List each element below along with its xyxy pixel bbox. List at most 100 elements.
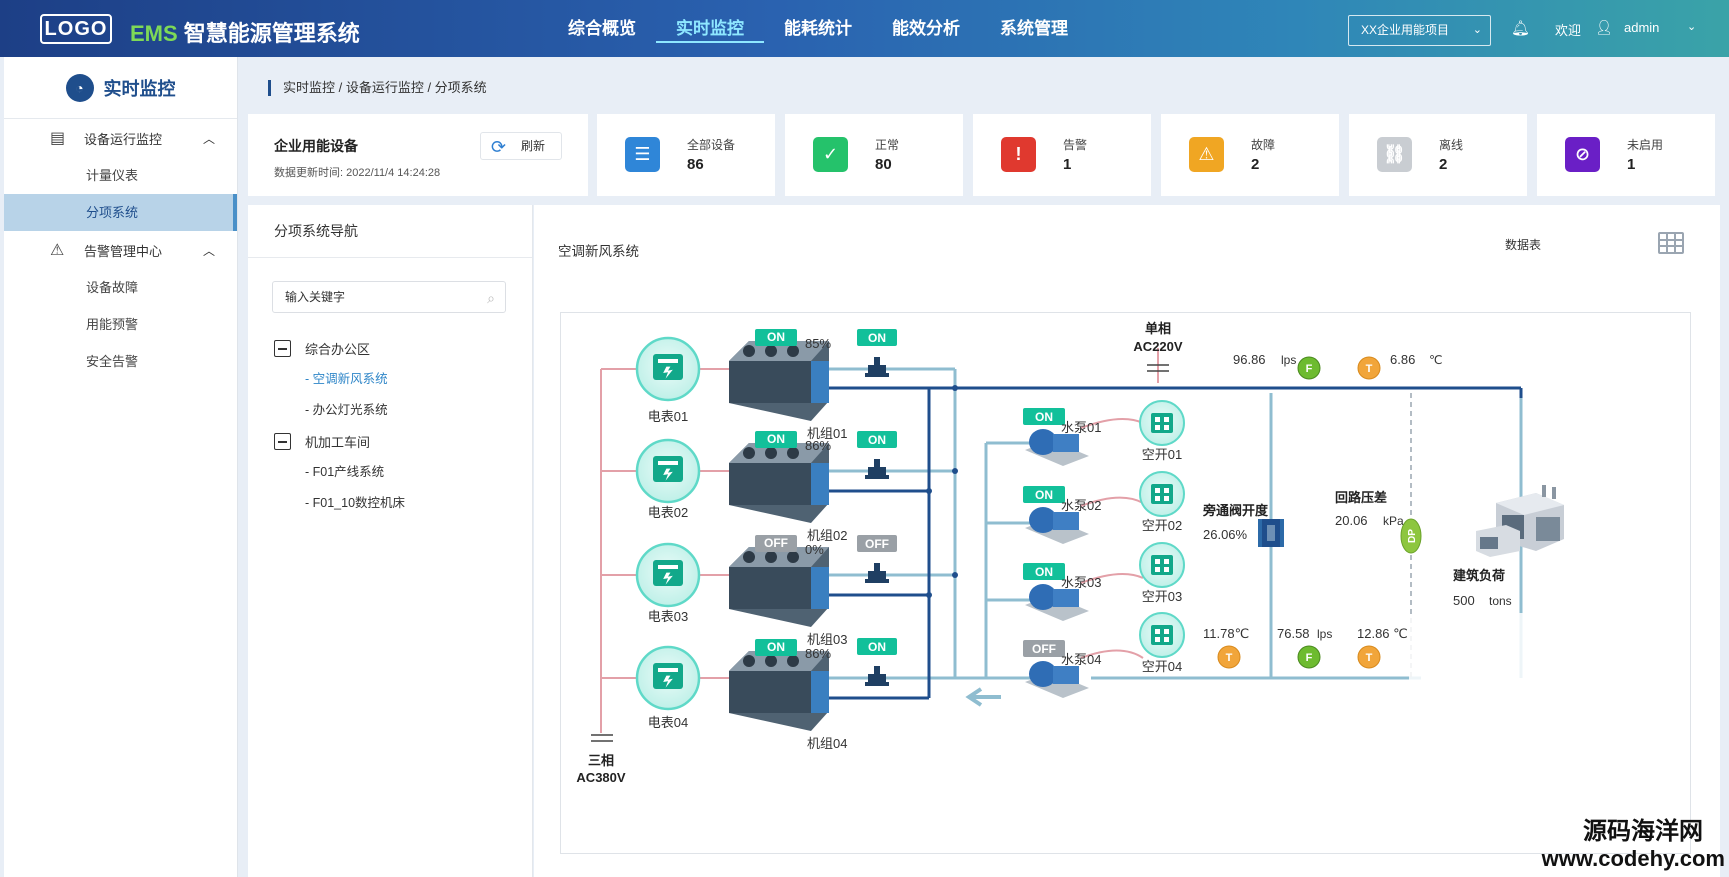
supply-single-value: AC220V xyxy=(1133,339,1182,354)
alarm-light-icon: ⚠ xyxy=(50,242,65,259)
system-title: 空调新风系统 xyxy=(558,244,639,259)
breaker-03[interactable]: 空开03 xyxy=(1139,542,1185,604)
nav-efficiency[interactable]: 能效分析 xyxy=(872,0,980,57)
bypass-valve[interactable] xyxy=(1258,519,1284,547)
meter-01[interactable]: 电表01 xyxy=(635,336,701,424)
breaker-02[interactable]: 空开02 xyxy=(1139,471,1185,533)
sidebar-title: ◔ 实时监控 xyxy=(4,57,237,119)
stat-card-normal[interactable]: ✓ 正常 80 xyxy=(785,114,963,196)
app-title: EMS 智慧能源管理系统 xyxy=(130,16,360,48)
search-icon: ⌕ xyxy=(487,290,495,306)
chiller-unit-02[interactable]: ON 86% 机组02 xyxy=(729,431,847,543)
meter-03[interactable]: 电表03 xyxy=(635,542,701,624)
sidebar-item-subsystems[interactable]: 分项系统 xyxy=(4,194,237,231)
nav-system[interactable]: 系统管理 xyxy=(980,0,1088,57)
bell-icon[interactable]: 🔔︎ xyxy=(1511,19,1530,37)
temp-sensor-bottom1[interactable]: T xyxy=(1217,645,1241,669)
subsystem-tree: 综合办公区 - 空调新风系统 - 办公灯光系统 机加工车间 - F01产线系统 … xyxy=(274,333,405,519)
sidebar: ◔ 实时监控 ▤ 设备运行监控 ︿ 计量仪表 分项系统 ⚠ 告警管理中心 ︿ 设… xyxy=(4,57,238,877)
pump-04[interactable]: OFF 水泵04 xyxy=(1023,640,1101,698)
search-input[interactable]: 输入关键字 ⌕ xyxy=(272,281,506,313)
dp-sensor[interactable]: DP xyxy=(1400,518,1422,554)
dp-unit: kPa xyxy=(1383,514,1404,528)
stat-card-offline[interactable]: ⛓ 离线 2 xyxy=(1349,114,1527,196)
stat-card-alarm[interactable]: ! 告警 1 xyxy=(973,114,1151,196)
chiller-unit-03[interactable]: OFF 0% 机组03 xyxy=(729,535,847,647)
breaker-04[interactable]: 空开04 xyxy=(1139,612,1185,674)
flow-direction-arrow-icon xyxy=(965,687,1001,707)
temp-sensor-top[interactable]: T xyxy=(1357,356,1381,380)
stat-value: 80 xyxy=(875,156,892,173)
tree-item-f01-cnc[interactable]: - F01_10数控机床 xyxy=(274,488,405,519)
load-value: 500 xyxy=(1453,593,1475,608)
meter-02[interactable]: 电表02 xyxy=(635,438,701,520)
unit-status-text: ON xyxy=(767,640,785,654)
tree-item-hvac[interactable]: - 空调新风系统 xyxy=(274,364,405,395)
tree-group-office[interactable]: 综合办公区 xyxy=(274,333,405,364)
pump-03[interactable]: ON 水泵03 xyxy=(1023,563,1101,621)
stat-card-all[interactable]: ☰ 全部设备 86 xyxy=(597,114,775,196)
project-select-value: XX企业用能项目 xyxy=(1361,23,1450,37)
unit-label: 机组02 xyxy=(807,528,847,543)
unit-load: 86% xyxy=(805,438,831,453)
table-grid-icon[interactable] xyxy=(1658,232,1684,254)
meter-04[interactable]: 电表04 xyxy=(635,645,701,730)
load-label: 建筑负荷 xyxy=(1453,568,1505,583)
flow-icon-letter: F xyxy=(1306,652,1313,664)
refresh-button[interactable]: ⟳ 刷新 xyxy=(480,132,562,160)
pipe-junctions xyxy=(926,385,958,598)
sidebar-item-safety-alarm[interactable]: 安全告警 xyxy=(4,343,237,380)
unit-status-text: ON xyxy=(767,432,785,446)
tree-item-label: F01_10数控机床 xyxy=(312,496,406,510)
sidebar-item-device-faults[interactable]: 设备故障 xyxy=(4,269,237,306)
sidebar-group-alarm-center[interactable]: ⚠ 告警管理中心 ︿ xyxy=(4,231,237,269)
sidebar-group-device-monitor[interactable]: ▤ 设备运行监控 ︿ xyxy=(4,119,237,157)
breaker-01[interactable]: 空开01 xyxy=(1139,400,1185,462)
pump-01[interactable]: ON 水泵01 xyxy=(1023,408,1101,466)
flow-sensor-bottom[interactable]: F xyxy=(1297,645,1321,669)
tree-group-workshop[interactable]: 机加工车间 xyxy=(274,426,405,457)
flow-sensor-top[interactable]: F xyxy=(1297,356,1321,380)
chiller-unit-01[interactable]: ON 85% 机组01 xyxy=(729,329,847,441)
unit-label: 机组04 xyxy=(807,736,847,751)
pump-label: 水泵01 xyxy=(1061,420,1101,435)
project-select[interactable]: XX企业用能项目 ⌄ xyxy=(1348,15,1491,46)
bypass-value: 26.06% xyxy=(1203,527,1248,542)
collapse-icon[interactable] xyxy=(274,340,291,357)
username[interactable]: admin xyxy=(1624,20,1659,35)
nav-consumption[interactable]: 能耗统计 xyxy=(764,0,872,57)
pump-label: 水泵02 xyxy=(1061,498,1101,513)
stat-label: 未启用 xyxy=(1627,138,1664,152)
chiller-unit-04[interactable]: ON 86% 机组04 xyxy=(729,639,847,751)
user-menu-chevron-icon[interactable]: ⌄ xyxy=(1687,20,1696,33)
pump-02[interactable]: ON 水泵02 xyxy=(1023,486,1101,544)
stat-card-fault[interactable]: ⚠ 故障 2 xyxy=(1161,114,1339,196)
welcome-text: 欢迎 xyxy=(1555,23,1582,38)
temp-sensor-bottom2[interactable]: T xyxy=(1357,645,1381,669)
sidebar-item-meters[interactable]: 计量仪表 xyxy=(4,157,237,194)
flow-icon-letter: F xyxy=(1306,363,1313,375)
subsystem-nav-panel: 分项系统导航 输入关键字 ⌕ 综合办公区 - 空调新风系统 - 办公灯光系统 机加… xyxy=(248,205,533,877)
top-nav: 综合概览 实时监控 能耗统计 能效分析 系统管理 xyxy=(548,0,1088,57)
stat-card-disabled[interactable]: ⊘ 未启用 1 xyxy=(1537,114,1715,196)
nav-realtime[interactable]: 实时监控 xyxy=(656,0,764,57)
tree-item-f01-line[interactable]: - F01产线系统 xyxy=(274,457,405,488)
stat-label: 正常 xyxy=(875,138,900,152)
nav-overview[interactable]: 综合概览 xyxy=(548,0,656,57)
tree-item-lighting[interactable]: - 办公灯光系统 xyxy=(274,395,405,426)
stat-label: 告警 xyxy=(1063,138,1088,152)
sidebar-item-energy-warning[interactable]: 用能预警 xyxy=(4,306,237,343)
pump-status: ON xyxy=(1035,488,1053,502)
pump-label: 水泵03 xyxy=(1061,575,1101,590)
app-title-text: 智慧能源管理系统 xyxy=(183,21,360,46)
collapse-icon[interactable] xyxy=(274,433,291,450)
data-table-label[interactable]: 数据表 xyxy=(1505,236,1541,253)
flow-bottom-value: 76.58 xyxy=(1277,626,1310,641)
refresh-label: 刷新 xyxy=(521,139,546,153)
dashboard-icon: ▤ xyxy=(50,130,66,147)
summary-card: 企业用能设备 数据更新时间: 2022/11/4 14:24:28 ⟳ 刷新 xyxy=(248,114,588,196)
meter-label: 电表04 xyxy=(648,715,688,730)
server-icon: ☰ xyxy=(625,137,660,172)
stat-value: 1 xyxy=(1063,156,1072,173)
tree-group-label: 综合办公区 xyxy=(305,342,371,357)
